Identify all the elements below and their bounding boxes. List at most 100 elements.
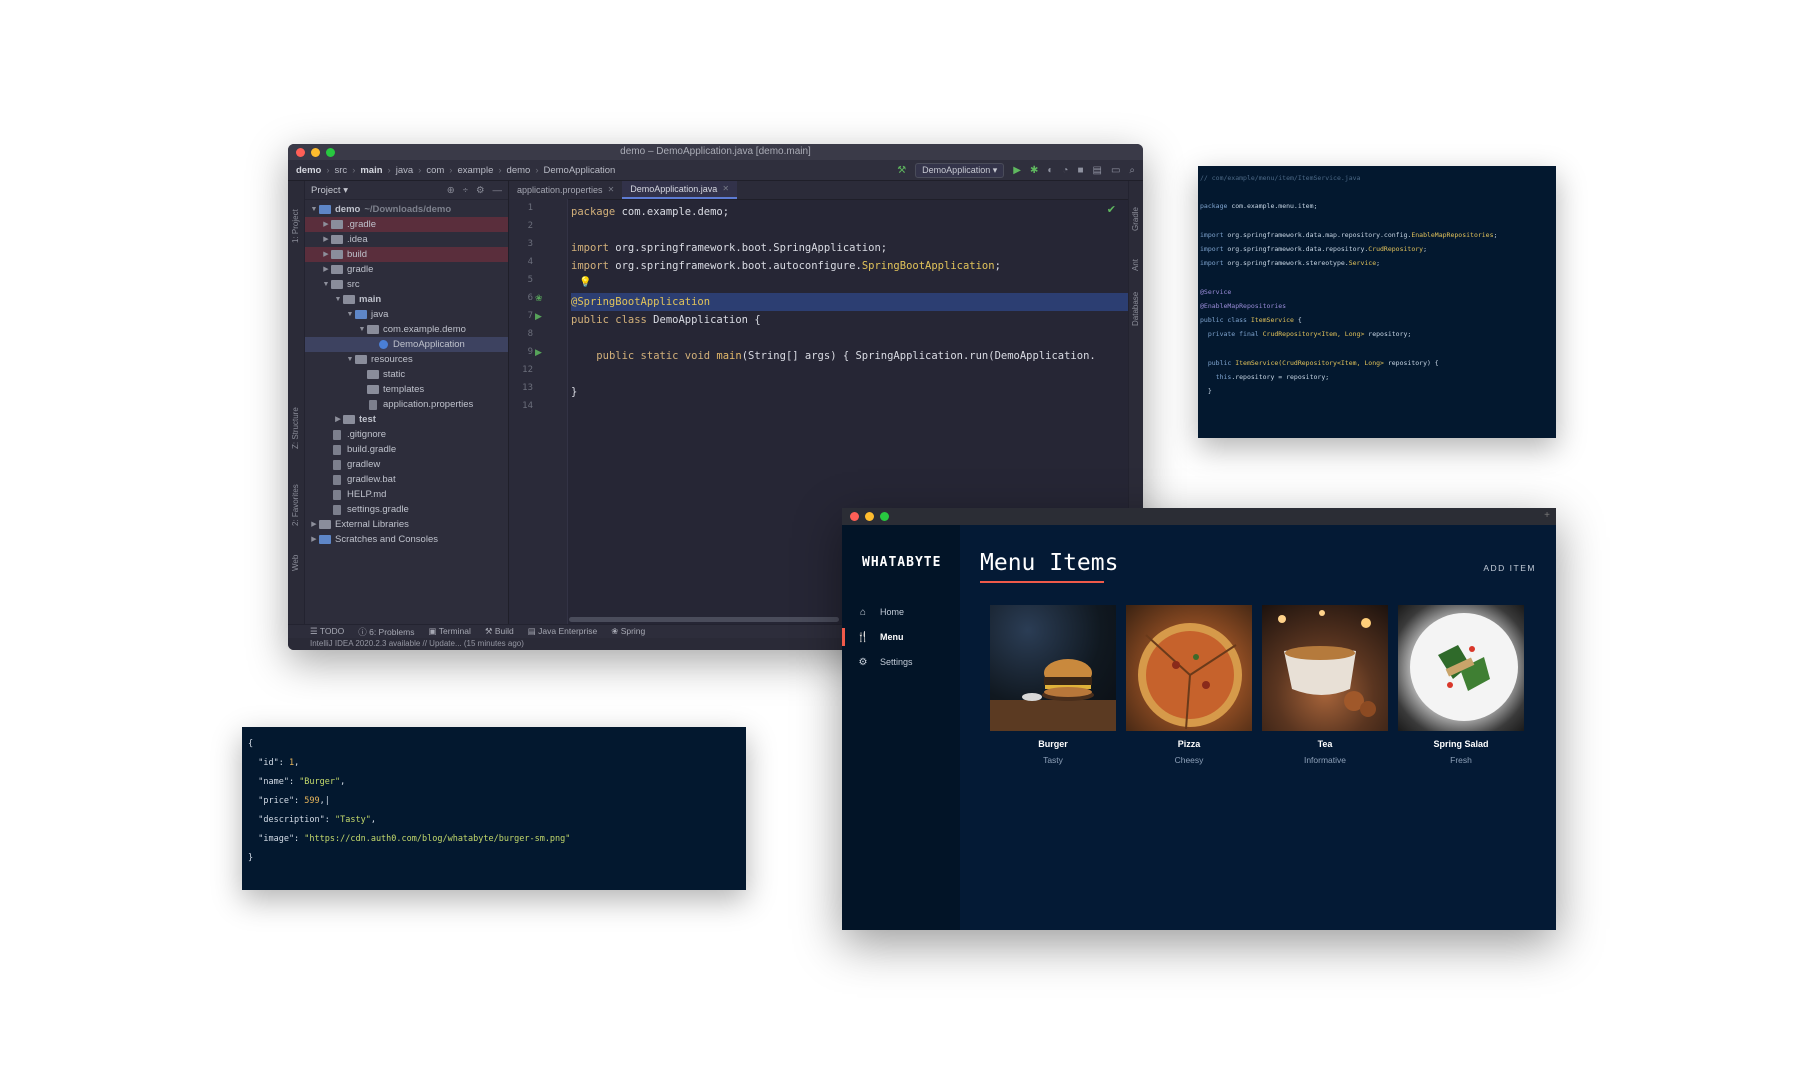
menu-item-name: Pizza: [1177, 739, 1201, 749]
nav-item-menu[interactable]: 🍴 Menu: [842, 627, 960, 647]
tree-item-idea[interactable]: ▶ .idea: [305, 232, 508, 247]
breadcrumb-item[interactable]: java: [396, 165, 413, 176]
stop-icon[interactable]: ■: [1077, 165, 1083, 176]
run-gutter-icon[interactable]: ▶: [535, 347, 542, 358]
gear-icon[interactable]: ⚙: [476, 185, 485, 196]
nav-item-home[interactable]: ⌂ Home: [842, 602, 960, 622]
tree-item-gradlew-bat[interactable]: gradlew.bat: [305, 472, 508, 487]
breadcrumb-item[interactable]: demo: [507, 165, 531, 176]
tree-item-build[interactable]: ▶ build: [305, 247, 508, 262]
menu-item-card[interactable]: Burger Tasty: [990, 605, 1116, 765]
build-hammer-icon[interactable]: ⚒: [897, 165, 906, 176]
horizontal-scrollbar[interactable]: [569, 617, 839, 622]
profile-icon[interactable]: ◔: [1062, 165, 1068, 176]
chevron-down-icon[interactable]: ▼: [321, 277, 331, 292]
collapse-all-icon[interactable]: ÷: [463, 185, 468, 196]
chevron-down-icon[interactable]: ▼: [345, 307, 355, 322]
lightbulb-icon[interactable]: 💡: [579, 277, 591, 288]
nav-item-settings[interactable]: ⚙ Settings: [842, 652, 960, 672]
chevron-down-icon[interactable]: ▼: [333, 292, 343, 307]
tree-item-application-properties[interactable]: application.properties: [305, 397, 508, 412]
layout-icon[interactable]: ▭: [1111, 165, 1120, 176]
tree-item-resources[interactable]: ▼ resources: [305, 352, 508, 367]
new-tab-icon[interactable]: +: [1544, 510, 1550, 521]
maximize-window-button[interactable]: [326, 148, 335, 157]
tree-item-scratches[interactable]: ▶ Scratches and Consoles: [305, 532, 508, 547]
tree-item-demo[interactable]: ▼ demo ~/Downloads/demo: [305, 202, 508, 217]
project-tool-tab[interactable]: 1: Project: [291, 209, 300, 243]
close-window-button[interactable]: [850, 512, 859, 521]
breadcrumb-item[interactable]: example: [457, 165, 493, 176]
folder-icon: [343, 295, 355, 304]
todo-tool-button[interactable]: ☰ TODO: [310, 626, 344, 637]
tree-item-settings-gradle[interactable]: settings.gradle: [305, 502, 508, 517]
breadcrumb-item[interactable]: main: [360, 165, 382, 176]
problems-tool-button[interactable]: ⓘ 6: Problems: [358, 626, 414, 638]
breadcrumb-item[interactable]: demo: [296, 165, 321, 176]
web-tool-tab[interactable]: Web: [291, 555, 300, 571]
tree-item-build-gradle[interactable]: build.gradle: [305, 442, 508, 457]
ant-tool-tab[interactable]: Ant: [1131, 259, 1140, 271]
breadcrumb-item[interactable]: com: [426, 165, 444, 176]
java-enterprise-tool-button[interactable]: ▤ Java Enterprise: [528, 626, 597, 637]
locate-icon[interactable]: ⊕: [447, 185, 455, 196]
chevron-right-icon[interactable]: ▶: [321, 247, 331, 262]
chevron-down-icon[interactable]: ▼: [345, 352, 355, 367]
menu-item-card[interactable]: Pizza Cheesy: [1126, 605, 1252, 765]
spring-bean-icon[interactable]: ❀: [535, 293, 543, 304]
tree-item-java[interactable]: ▼ java: [305, 307, 508, 322]
menu-item-card[interactable]: Tea Informative: [1262, 605, 1388, 765]
menu-item-card[interactable]: Spring Salad Fresh: [1398, 605, 1524, 765]
tree-item-demoapplication[interactable]: DemoApplication: [305, 337, 508, 352]
chevron-right-icon[interactable]: ▶: [309, 517, 319, 532]
minimize-window-button[interactable]: [311, 148, 320, 157]
terminal-tool-button[interactable]: ▣ Terminal: [428, 626, 470, 637]
tree-item-external-libraries[interactable]: ▶ External Libraries: [305, 517, 508, 532]
tree-item-main[interactable]: ▼ main: [305, 292, 508, 307]
run-configuration-select[interactable]: DemoApplication ▾: [915, 162, 1005, 178]
tab-demoapplication-java[interactable]: DemoApplication.java ✕: [622, 181, 738, 199]
close-icon[interactable]: ✕: [608, 181, 615, 199]
tree-item-test[interactable]: ▶ test: [305, 412, 508, 427]
chevron-right-icon[interactable]: ▶: [333, 412, 343, 427]
debug-icon[interactable]: ✱: [1030, 165, 1038, 176]
build-tool-button[interactable]: ⚒ Build: [485, 626, 514, 637]
run-gutter-icon[interactable]: ▶: [535, 311, 542, 322]
run-icon[interactable]: ▶: [1013, 165, 1021, 176]
status-message[interactable]: IntelliJ IDEA 2020.2.3 available // Upda…: [310, 639, 524, 648]
project-structure-icon[interactable]: ▤: [1092, 165, 1101, 176]
tree-item-src[interactable]: ▼ src: [305, 277, 508, 292]
tab-application-properties[interactable]: application.properties ✕: [509, 181, 622, 199]
tree-item-package[interactable]: ▼ com.example.demo: [305, 322, 508, 337]
coverage-icon[interactable]: ◐: [1047, 165, 1053, 176]
tree-item-gradle[interactable]: ▶ gradle: [305, 262, 508, 277]
structure-tool-tab[interactable]: Z: Structure: [291, 407, 300, 449]
close-icon[interactable]: ✕: [722, 181, 729, 197]
breadcrumb-item[interactable]: src: [335, 165, 348, 176]
search-icon[interactable]: ⌕: [1129, 165, 1135, 176]
gradle-tool-tab[interactable]: Gradle: [1131, 207, 1140, 231]
chevron-right-icon[interactable]: ▶: [309, 532, 319, 547]
chevron-down-icon[interactable]: ▼: [309, 202, 319, 217]
breadcrumb-item[interactable]: DemoApplication: [543, 165, 615, 176]
tree-item-help-md[interactable]: HELP.md: [305, 487, 508, 502]
hide-panel-icon[interactable]: —: [493, 185, 503, 196]
tree-item-gradlew[interactable]: gradlew: [305, 457, 508, 472]
brand-logo[interactable]: WHATABYTE: [862, 555, 941, 570]
close-window-button[interactable]: [296, 148, 305, 157]
tree-item-gitignore[interactable]: .gitignore: [305, 427, 508, 442]
chevron-right-icon[interactable]: ▶: [321, 232, 331, 247]
maximize-window-button[interactable]: [880, 512, 889, 521]
database-tool-tab[interactable]: Database: [1131, 292, 1140, 326]
chevron-right-icon[interactable]: ▶: [321, 217, 331, 232]
favorites-tool-tab[interactable]: 2: Favorites: [291, 484, 300, 526]
minimize-window-button[interactable]: [865, 512, 874, 521]
spring-tool-button[interactable]: ❀ Spring: [611, 626, 645, 637]
tree-item-gradle-hidden[interactable]: ▶ .gradle: [305, 217, 508, 232]
tree-item-templates[interactable]: templates: [305, 382, 508, 397]
chevron-right-icon[interactable]: ▶: [321, 262, 331, 277]
add-item-button[interactable]: ADD ITEM: [1483, 563, 1536, 573]
project-panel-title[interactable]: Project: [311, 185, 341, 196]
chevron-down-icon[interactable]: ▼: [357, 322, 367, 337]
tree-item-static[interactable]: static: [305, 367, 508, 382]
